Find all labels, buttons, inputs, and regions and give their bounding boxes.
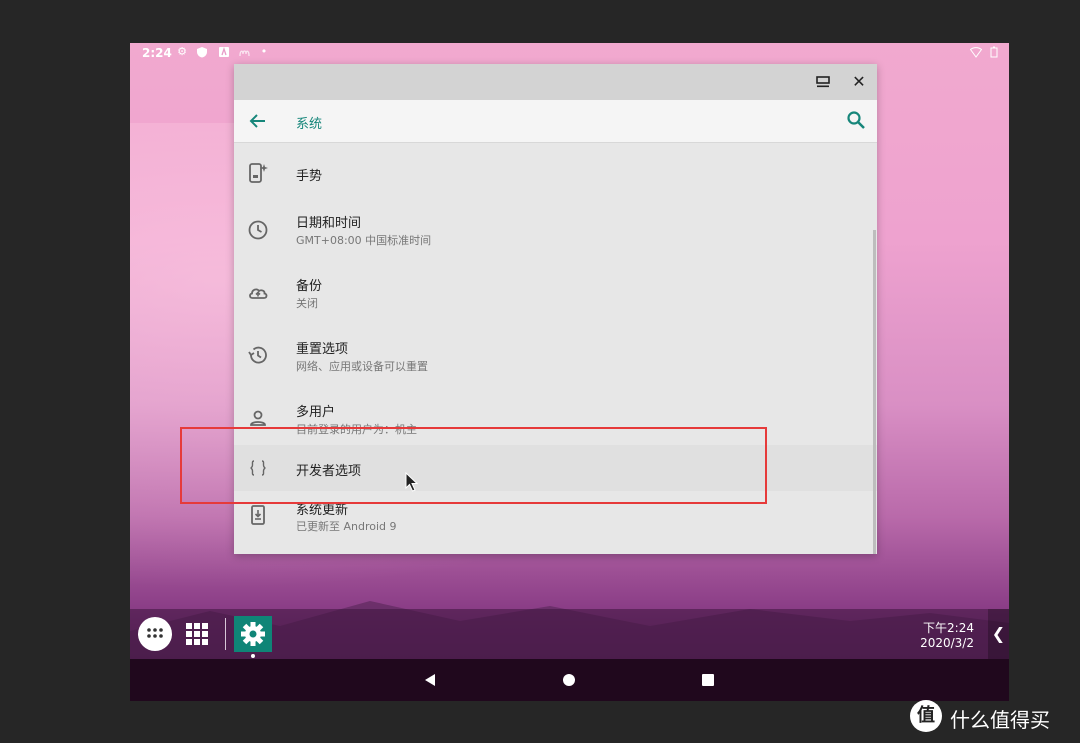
- person-icon: [250, 410, 266, 426]
- app-bar: 系统: [234, 100, 877, 143]
- settings-item-reset[interactable]: 重置选项 网络、应用或设备可以重置: [234, 329, 877, 392]
- page-title: 系统: [296, 117, 323, 132]
- mouse-cursor-icon: [405, 472, 419, 492]
- watermark-logo: 值: [910, 700, 942, 732]
- settings-item-subtitle: 目前登录的用户为：机主: [296, 423, 417, 436]
- settings-item-subtitle: 网络、应用或设备可以重置: [296, 360, 428, 373]
- settings-item-title: 手势: [296, 169, 323, 184]
- battery-icon: [988, 46, 1000, 58]
- taskbar-time: 下午2:24: [923, 621, 974, 635]
- list-scrollbar[interactable]: [873, 230, 876, 554]
- restore-window-button[interactable]: [812, 72, 834, 92]
- search-icon[interactable]: [846, 110, 866, 130]
- wifi-icon: [969, 46, 983, 58]
- system-update-icon: [251, 505, 265, 525]
- settings-item-subtitle: GMT+08:00 中国标准时间: [296, 234, 432, 247]
- navigation-bar: [130, 659, 1009, 701]
- settings-item-title: 系统更新: [296, 503, 349, 518]
- app-launcher-button[interactable]: [138, 617, 172, 651]
- settings-item-developer-options[interactable]: 开发者选项: [234, 445, 877, 491]
- taskbar-settings-app[interactable]: [234, 616, 272, 652]
- taskbar: 下午2:24 2020/3/2 ❮: [130, 609, 1009, 659]
- history-icon: [248, 346, 267, 364]
- translate-icon: [218, 46, 230, 58]
- recent-apps-grid-icon[interactable]: [185, 622, 209, 646]
- settings-item-system-update[interactable]: 系统更新 已更新至 Android 9: [234, 491, 877, 554]
- settings-item-subtitle: 关闭: [296, 297, 318, 310]
- settings-item-title: 开发者选项: [296, 464, 362, 479]
- window-titlebar[interactable]: ✕: [234, 64, 877, 100]
- back-triangle-icon[interactable]: [419, 669, 441, 691]
- settings-item-backup[interactable]: 备份 关闭: [234, 266, 877, 329]
- settings-item-date-time[interactable]: 日期和时间 GMT+08:00 中国标准时间: [234, 203, 877, 266]
- dot-icon: •: [260, 45, 268, 58]
- clock-icon: [248, 220, 268, 240]
- settings-item-title: 日期和时间: [296, 216, 362, 231]
- close-window-button[interactable]: ✕: [848, 72, 870, 92]
- back-arrow-icon[interactable]: [248, 111, 268, 131]
- chevron-left-icon[interactable]: ❮: [988, 609, 1009, 659]
- taskbar-divider: [225, 618, 226, 650]
- watermark-text: 什么值得买: [950, 708, 1050, 732]
- settings-item-gestures[interactable]: 手势: [234, 143, 877, 203]
- settings-item-title: 备份: [296, 279, 323, 294]
- gear-icon: [241, 622, 265, 646]
- braces-icon: [250, 460, 266, 476]
- settings-notification-icon: ⚙: [177, 45, 187, 58]
- settings-window: ✕ 系统 手势 日期和时间 GMT+08:00 中国标准时间 备份 关闭 重置选…: [234, 64, 877, 554]
- taskbar-date: 2020/3/2: [920, 636, 974, 650]
- status-time: 2:24: [142, 46, 172, 60]
- settings-item-title: 多用户: [296, 405, 336, 420]
- overview-square-icon[interactable]: [697, 669, 719, 691]
- settings-item-subtitle: 已更新至 Android 9: [296, 520, 397, 533]
- shield-icon: [196, 46, 208, 58]
- status-bar: 2:24 ⚙ •: [130, 43, 1009, 63]
- gesture-phone-icon: [249, 163, 268, 183]
- android-screen: 2:24 ⚙ • ✕ 系统 手势 日期和时间 GMT+08:00 中国标准时间 …: [130, 43, 1009, 701]
- gesture-notification-icon: [238, 46, 250, 58]
- active-app-indicator: [251, 654, 255, 658]
- cloud-upload-icon: [249, 288, 268, 299]
- app-drawer-dots-icon: [147, 628, 163, 638]
- home-circle-icon[interactable]: [558, 669, 580, 691]
- settings-item-title: 重置选项: [296, 342, 349, 357]
